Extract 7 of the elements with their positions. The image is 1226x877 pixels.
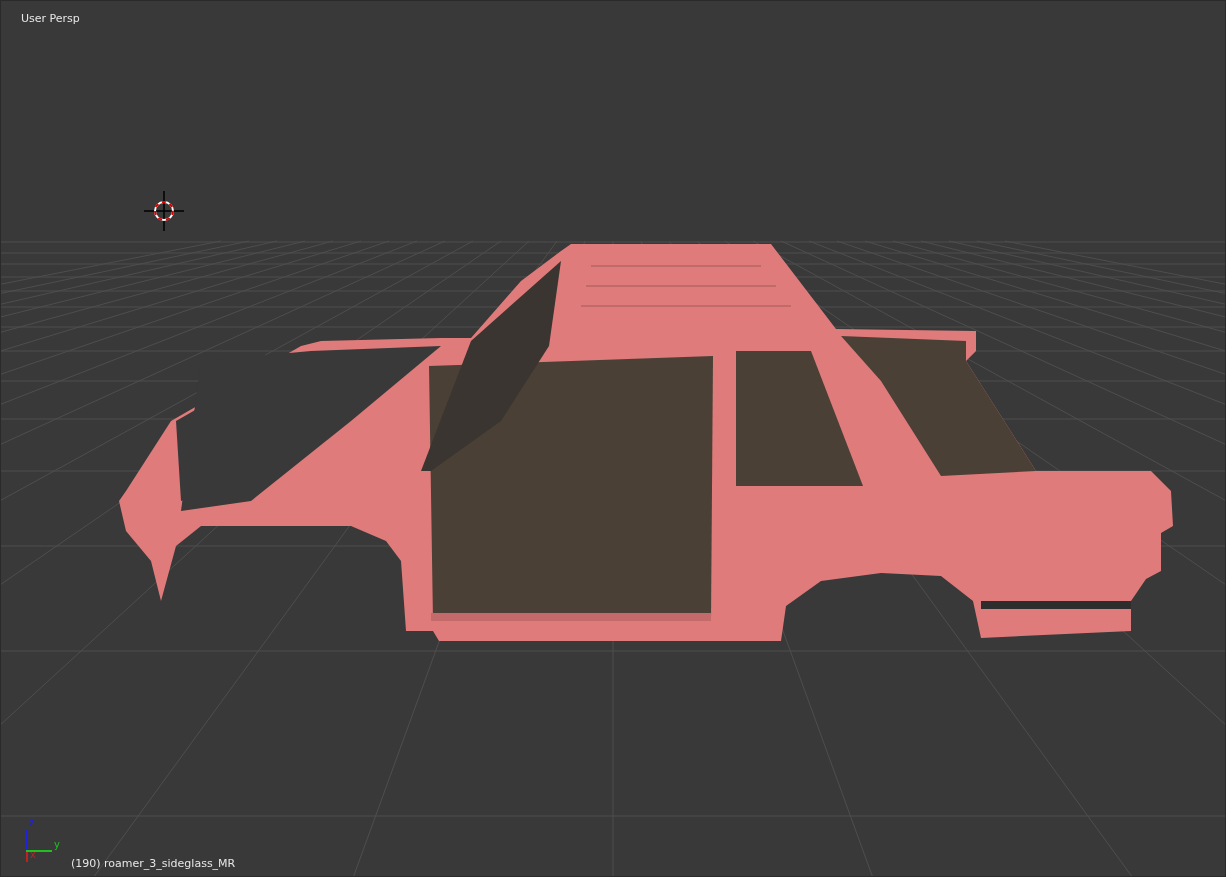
axis-label: z <box>29 818 35 828</box>
object-label: (190) roamer_3_sideglass_MR <box>71 856 236 872</box>
3d-cursor-icon <box>144 191 184 231</box>
axis-label: x <box>30 850 36 860</box>
view-label: User Persp <box>21 11 80 27</box>
viewport-background[interactable]: User Persp z y x (190) roamer_3_sideglass_MR <box>0 0 1226 877</box>
axis-label: y <box>54 840 60 850</box>
